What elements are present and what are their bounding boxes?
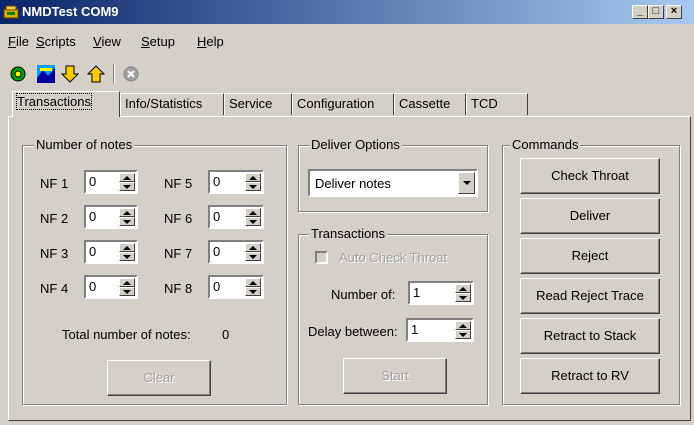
- spin-up-icon[interactable]: [245, 173, 261, 182]
- menu-setup[interactable]: Setup: [141, 34, 175, 49]
- transactions-title: Transactions: [309, 226, 387, 241]
- arrow-down-icon[interactable]: [60, 64, 80, 84]
- spin-up-icon[interactable]: [119, 173, 135, 182]
- reject-button[interactable]: Reject: [520, 238, 660, 274]
- stop-icon[interactable]: [121, 64, 141, 84]
- retract-to-stack-button[interactable]: Retract to Stack: [520, 318, 660, 354]
- spin-up-icon[interactable]: [245, 278, 261, 287]
- tab-tcd[interactable]: TCD: [466, 93, 528, 115]
- arrow-up-icon[interactable]: [86, 64, 106, 84]
- commands-title: Commands: [510, 137, 581, 152]
- spin-up-icon[interactable]: [119, 243, 135, 252]
- number-of-stepper[interactable]: 1: [408, 281, 474, 305]
- app-icon: [3, 5, 19, 19]
- total-notes-value: 0: [222, 327, 230, 342]
- minimize-button[interactable]: _: [632, 5, 648, 19]
- clear-button[interactable]: Clear: [107, 360, 211, 396]
- nf5-stepper[interactable]: 0: [208, 170, 264, 194]
- start-button[interactable]: Start: [343, 358, 447, 394]
- spin-up-icon[interactable]: [119, 278, 135, 287]
- deliver-button[interactable]: Deliver: [520, 198, 660, 234]
- spin-down-icon[interactable]: [119, 287, 135, 296]
- tab-configuration[interactable]: Configuration: [292, 93, 394, 115]
- nf6-label: NF 6: [164, 211, 193, 226]
- spin-down-icon[interactable]: [455, 330, 471, 339]
- nf8-label: NF 8: [164, 281, 193, 296]
- spin-down-icon[interactable]: [245, 287, 261, 296]
- deliver-options-value: Deliver notes: [315, 176, 391, 191]
- nf8-stepper[interactable]: 0: [208, 275, 264, 299]
- spin-up-icon[interactable]: [245, 243, 261, 252]
- spin-up-icon[interactable]: [119, 208, 135, 217]
- window-title: NMDTest COM9: [22, 4, 119, 19]
- title-bar[interactable]: NMDTest COM9 _ □ ×: [0, 0, 694, 24]
- nf3-label: NF 3: [40, 246, 69, 261]
- nf5-label: NF 5: [164, 176, 193, 191]
- nf2-stepper[interactable]: 0: [84, 205, 138, 229]
- tab-transactions[interactable]: Transactions: [12, 91, 120, 117]
- read-reject-trace-button[interactable]: Read Reject Trace: [520, 278, 660, 314]
- total-notes-label: Total number of notes:: [62, 327, 191, 342]
- spin-up-icon[interactable]: [455, 321, 471, 330]
- nf7-stepper[interactable]: 0: [208, 240, 264, 264]
- nf1-stepper[interactable]: 0: [84, 170, 138, 194]
- nf4-stepper[interactable]: 0: [84, 275, 138, 299]
- deliver-options-title: Deliver Options: [309, 137, 402, 152]
- tab-service[interactable]: Service: [224, 93, 292, 115]
- delay-between-label: Delay between:: [308, 324, 398, 339]
- maximize-button[interactable]: □: [648, 5, 664, 19]
- spin-down-icon[interactable]: [119, 217, 135, 226]
- menu-scripts[interactable]: Scripts: [36, 34, 76, 49]
- auto-check-throat-label: Auto Check Throat: [339, 250, 448, 265]
- spin-up-icon[interactable]: [245, 208, 261, 217]
- spin-down-icon[interactable]: [245, 217, 261, 226]
- nf4-label: NF 4: [40, 281, 69, 296]
- spin-up-icon[interactable]: [455, 284, 471, 293]
- nf6-stepper[interactable]: 0: [208, 205, 264, 229]
- spin-down-icon[interactable]: [119, 182, 135, 191]
- gear-icon[interactable]: [8, 64, 28, 84]
- tab-cassette[interactable]: Cassette: [394, 93, 466, 115]
- nf2-label: NF 2: [40, 211, 69, 226]
- menu-view[interactable]: View: [93, 34, 121, 49]
- chevron-down-icon[interactable]: [458, 172, 475, 194]
- close-button[interactable]: ×: [666, 5, 682, 19]
- nf7-label: NF 7: [164, 246, 193, 261]
- auto-check-throat-checkbox[interactable]: [315, 251, 328, 264]
- check-throat-button[interactable]: Check Throat: [520, 158, 660, 194]
- retract-to-rv-button[interactable]: Retract to RV: [520, 358, 660, 394]
- number-of-notes-title: Number of notes: [34, 137, 135, 152]
- toolbar-separator: [113, 64, 115, 84]
- spin-down-icon[interactable]: [245, 252, 261, 261]
- deliver-options-select[interactable]: Deliver notes: [308, 169, 478, 197]
- menu-bar: File Scripts View Setup Help: [0, 34, 694, 54]
- spin-down-icon[interactable]: [455, 293, 471, 302]
- number-of-label: Number of:: [331, 287, 396, 302]
- menu-file[interactable]: File: [8, 34, 29, 49]
- nf3-stepper[interactable]: 0: [84, 240, 138, 264]
- landscape-icon[interactable]: [36, 64, 56, 84]
- spin-down-icon[interactable]: [119, 252, 135, 261]
- tab-info-statistics[interactable]: Info/Statistics: [120, 93, 224, 115]
- nf1-label: NF 1: [40, 176, 69, 191]
- menu-help[interactable]: Help: [197, 34, 224, 49]
- spin-down-icon[interactable]: [245, 182, 261, 191]
- delay-between-stepper[interactable]: 1: [406, 318, 474, 342]
